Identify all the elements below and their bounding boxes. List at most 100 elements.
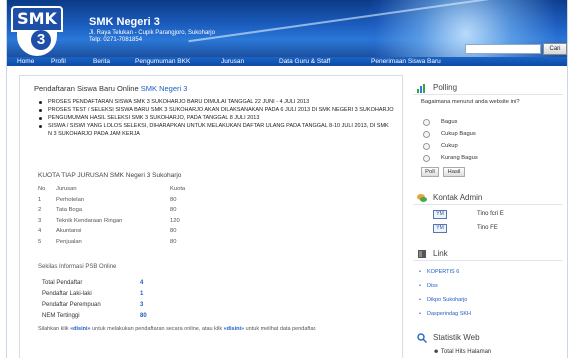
quota-col-no: No: [38, 186, 46, 193]
polling-title: Polling: [433, 83, 458, 92]
announcement-item: SISWA / SISWI YANG LOLOS SELEKSI, DIHARA…: [38, 122, 394, 138]
signup-note-text: untuk melihat data pendaftar.: [245, 326, 317, 332]
main-navigation: Home Profil Berita Pengumuman BKK Jurusa…: [7, 57, 567, 66]
page-title-prefix: Pendaftaran Siswa Baru Online: [34, 84, 139, 93]
poll-vote-button[interactable]: Poll: [421, 167, 439, 177]
stat-label: Total Pendaftar: [42, 279, 83, 286]
quota-jurusan: Tata Boga: [56, 207, 83, 214]
school-logo[interactable]: SMK 3: [11, 6, 63, 56]
yahoo-messenger-icon[interactable]: YM: [433, 224, 447, 233]
table-row: 1 Perhotelan 80: [38, 195, 238, 206]
sidebar-link[interactable]: Dasperindag SKH: [419, 311, 471, 317]
poll-option-label: Cukup: [441, 143, 458, 149]
admin-contact-header: Kontak Admin: [413, 191, 563, 205]
nav-jurusan[interactable]: Jurusan: [221, 57, 244, 66]
sidebar-link[interactable]: KOPERTIS 6: [419, 269, 459, 275]
radio-button[interactable]: [423, 119, 430, 126]
bar-chart-icon: [417, 84, 425, 93]
quota-kuota: 80: [170, 207, 177, 214]
quota-jurusan: Penjualan: [56, 238, 82, 245]
poll-option[interactable]: Bagus: [423, 118, 553, 128]
stat-label: NEM Tertinggi: [42, 312, 80, 319]
poll-option-label: Bagus: [441, 119, 458, 125]
stat-value: 4: [140, 279, 144, 286]
web-stats-title: Statistik Web: [433, 333, 480, 342]
quota-table-header: No Jurusan Kuota: [38, 184, 238, 195]
quota-table: No Jurusan Kuota 1 Perhotelan 80 2 Tata …: [38, 184, 238, 247]
page-title-school: SMK Negeri 3: [140, 84, 188, 93]
admin-contact-item[interactable]: YM Tino fcri E: [433, 208, 553, 222]
web-stats-label: Total Hits Halaman: [440, 349, 492, 355]
quota-no: 4: [38, 228, 42, 235]
magnifier-icon: [417, 333, 427, 343]
search-input[interactable]: [465, 44, 541, 54]
logo-text: SMK: [11, 6, 63, 32]
poll-option[interactable]: Kurang Bagus: [423, 154, 553, 164]
main-content-panel: Pendaftaran Siswa Baru Online SMK Negeri…: [19, 75, 403, 358]
radio-button[interactable]: [423, 143, 430, 150]
stat-label: Pendaftar Perempuan: [42, 301, 101, 308]
quota-col-kuota: Kuota: [170, 186, 186, 193]
logo-number: 3: [31, 30, 51, 50]
announcement-item: PENGUMUMAN HASIL SELEKSI SMK 3 SUKOHARJO…: [38, 114, 394, 122]
nav-berita[interactable]: Berita: [93, 57, 110, 66]
links-title: Link: [433, 249, 448, 258]
nav-profil[interactable]: Profil: [51, 57, 66, 66]
web-stats-header: Statistik Web: [413, 331, 563, 345]
quota-no: 1: [38, 196, 42, 203]
signup-note-text: Silahkan klik: [38, 326, 69, 332]
nav-data-guru-staff[interactable]: Data Guru & Staff: [279, 57, 330, 66]
admin-contact-title: Kontak Admin: [433, 193, 483, 202]
psb-info-heading: Sekilas Informasi PSB Online: [38, 264, 117, 270]
yahoo-messenger-icon[interactable]: YM: [433, 210, 447, 219]
nav-pengumuman-bkk[interactable]: Pengumuman BKK: [135, 57, 190, 66]
stat-value: 80: [140, 312, 147, 319]
nav-penerimaan-siswa-baru[interactable]: Penerimaan Siswa Baru: [371, 57, 441, 66]
signup-note: Silahkan klik «disini» untuk melakukan p…: [38, 325, 392, 333]
admin-contact-item[interactable]: YM Tino FE: [433, 222, 553, 236]
sidebar: Polling Bagaimana menurut anda website i…: [413, 75, 563, 358]
table-row: Pendaftar Laki-laki 1: [42, 288, 147, 299]
announcement-item: PROSES TEST / SELEKSI SISWA BARU SMK 3 S…: [38, 106, 394, 114]
browser-page: SMK 3 SMK Negeri 3 Jl. Raya Telukan - Cu…: [6, 0, 568, 358]
quota-no: 5: [38, 238, 42, 245]
quota-no: 3: [38, 217, 42, 224]
quota-jurusan: Akuntansi: [56, 228, 82, 235]
register-link[interactable]: «disini»: [70, 326, 90, 332]
table-row: Pendaftar Perempuan 3: [42, 299, 147, 310]
logo-shield: 3: [17, 30, 57, 56]
table-row: NEM Tertinggi 80: [42, 310, 147, 321]
site-phone: Telp: 0271-7081854: [89, 37, 143, 43]
radio-button[interactable]: [423, 131, 430, 138]
stat-value: 1: [140, 290, 144, 297]
site-title[interactable]: SMK Negeri 3: [89, 16, 160, 28]
quota-no: 2: [38, 207, 42, 214]
view-registrants-link[interactable]: «disini»: [224, 326, 244, 332]
table-row: 5 Penjualan 80: [38, 237, 238, 248]
sidebar-link[interactable]: Dikpo Sukoharjo: [419, 297, 467, 303]
polling-header: Polling: [413, 81, 563, 95]
user-icon: ☻: [433, 349, 440, 355]
announcement-list: PROSES PENDAFTARAN SISWA SMK 3 SUKOHARJO…: [38, 98, 394, 138]
announcement-item: PROSES PENDAFTARAN SISWA SMK 3 SUKOHARJO…: [38, 98, 394, 106]
quota-kuota: 80: [170, 228, 177, 235]
poll-option[interactable]: Cukup: [423, 142, 553, 152]
radio-button[interactable]: [423, 155, 430, 162]
nav-home[interactable]: Home: [17, 57, 34, 66]
poll-option[interactable]: Cukup Bagus: [423, 130, 553, 140]
poll-result-button[interactable]: Hasil: [443, 167, 465, 177]
stat-label: Pendaftar Laki-laki: [42, 290, 92, 297]
stat-value: 3: [140, 301, 144, 308]
admin-name: Tino FE: [477, 225, 498, 231]
search-button[interactable]: Cari: [543, 43, 567, 55]
sidebar-link[interactable]: Diss: [419, 283, 437, 289]
quota-col-jurusan: Jurusan: [56, 186, 77, 193]
signup-note-text: untuk melakukan pendaftaran secara onlin…: [92, 326, 223, 332]
quota-kuota: 80: [170, 238, 177, 245]
page-title: Pendaftaran Siswa Baru Online SMK Negeri…: [34, 84, 187, 93]
poll-option-label: Cukup Bagus: [441, 131, 476, 137]
links-header: Link: [413, 247, 563, 261]
quota-jurusan: Teknik Kendaraan Ringan: [56, 217, 123, 224]
quota-jurusan: Perhotelan: [56, 196, 85, 203]
quota-kuota: 80: [170, 196, 177, 203]
